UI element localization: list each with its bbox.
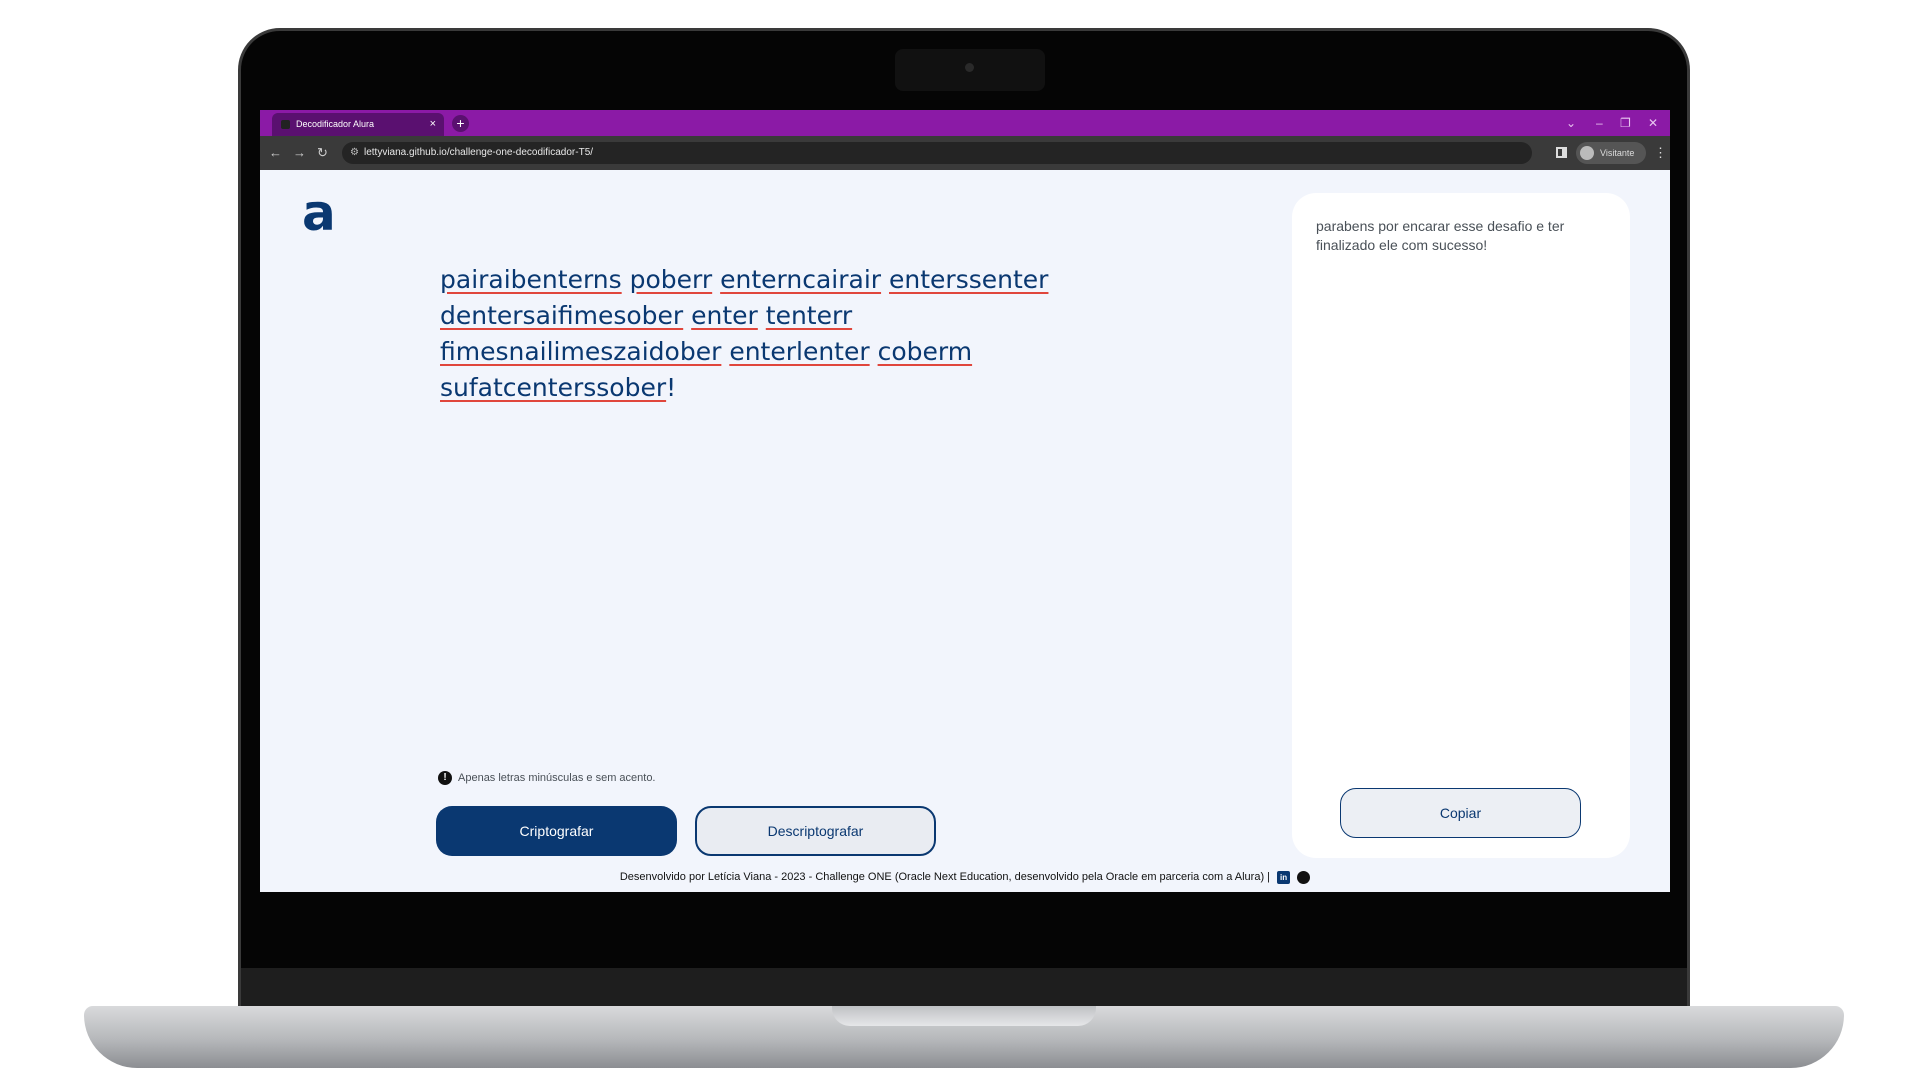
url-text: lettyviana.github.io/challenge-one-decod… bbox=[364, 147, 594, 158]
input-word: fimesnailimeszaidober bbox=[440, 337, 722, 366]
input-word: tenterr bbox=[765, 301, 853, 330]
warning-text: Apenas letras minúsculas e sem acento. bbox=[458, 772, 656, 784]
camera-icon bbox=[965, 63, 974, 72]
profile-button[interactable]: Visitante bbox=[1576, 142, 1646, 164]
input-word: coberm bbox=[877, 337, 973, 366]
tab-title: Decodificador Alura bbox=[296, 119, 375, 129]
side-panel-icon[interactable] bbox=[1556, 147, 1567, 158]
site-info-icon[interactable]: ⚙ bbox=[350, 142, 359, 164]
avatar-icon bbox=[1580, 146, 1594, 160]
footer-text: Desenvolvido por Letícia Viana - 2023 - … bbox=[619, 871, 1271, 883]
tab-search-icon[interactable]: ⌄ bbox=[1566, 110, 1576, 136]
laptop-mockup: Decodificador Alura × + ⌄ – ❐ ✕ ← → ↻ ⚙ … bbox=[0, 0, 1920, 1080]
tab-favicon-icon bbox=[281, 120, 290, 129]
output-panel: parabens por encarar esse desafio e ter … bbox=[1292, 193, 1630, 858]
laptop-base bbox=[84, 1006, 1844, 1068]
input-word: enterncairair bbox=[720, 265, 882, 294]
output-text: parabens por encarar esse desafio e ter … bbox=[1316, 218, 1565, 253]
exclamation-icon: ! bbox=[438, 771, 452, 786]
lid-opening-notch bbox=[832, 1006, 1096, 1026]
copy-button[interactable]: Copiar bbox=[1340, 788, 1581, 838]
camera-notch bbox=[895, 49, 1045, 91]
input-word: sufatcenterssober bbox=[440, 373, 667, 402]
restore-icon[interactable]: ❐ bbox=[1620, 110, 1631, 136]
alura-logo: a bbox=[302, 184, 336, 242]
input-word: enterssenter bbox=[889, 265, 1049, 294]
browser-menu-icon[interactable]: ⋮ bbox=[1654, 136, 1667, 170]
decrypt-button[interactable]: Descriptografar bbox=[695, 806, 936, 856]
input-word: poberr bbox=[629, 265, 713, 294]
laptop-screen: Decodificador Alura × + ⌄ – ❐ ✕ ← → ↻ ⚙ … bbox=[260, 110, 1670, 892]
bottom-bezel bbox=[241, 968, 1687, 1008]
address-bar[interactable]: ⚙ lettyviana.github.io/challenge-one-dec… bbox=[342, 142, 1532, 164]
reload-icon[interactable]: ↻ bbox=[317, 136, 328, 170]
input-word: enterlenter bbox=[729, 337, 870, 366]
input-warning: ! Apenas letras minúsculas e sem acento. bbox=[438, 770, 656, 786]
browser-tab[interactable]: Decodificador Alura × bbox=[272, 113, 444, 136]
web-page: a pairaibenterns poberr enterncairair en… bbox=[260, 170, 1670, 892]
new-tab-icon[interactable]: + bbox=[452, 115, 469, 132]
browser-toolbar: ← → ↻ ⚙ lettyviana.github.io/challenge-o… bbox=[260, 136, 1670, 170]
forward-icon[interactable]: → bbox=[293, 136, 306, 170]
linkedin-icon[interactable]: in bbox=[1277, 870, 1291, 884]
close-window-icon[interactable]: ✕ bbox=[1648, 110, 1658, 136]
input-word: enter bbox=[691, 301, 758, 330]
profile-label: Visitante bbox=[1600, 148, 1635, 158]
encrypt-button[interactable]: Criptografar bbox=[436, 806, 677, 856]
input-word: dentersaifimesober bbox=[440, 301, 684, 330]
back-icon[interactable]: ← bbox=[269, 136, 282, 170]
browser-tab-bar: Decodificador Alura × + ⌄ – ❐ ✕ bbox=[260, 110, 1670, 136]
text-input-area[interactable]: pairaibenterns poberr enterncairair ente… bbox=[440, 262, 1100, 406]
input-word: pairaibenterns bbox=[440, 265, 622, 294]
github-icon[interactable] bbox=[1297, 870, 1311, 884]
page-footer: Desenvolvido por Letícia Viana - 2023 - … bbox=[260, 869, 1670, 885]
tab-close-icon[interactable]: × bbox=[430, 113, 436, 136]
minimize-icon[interactable]: – bbox=[1596, 110, 1603, 136]
input-punctuation: ! bbox=[666, 373, 677, 402]
